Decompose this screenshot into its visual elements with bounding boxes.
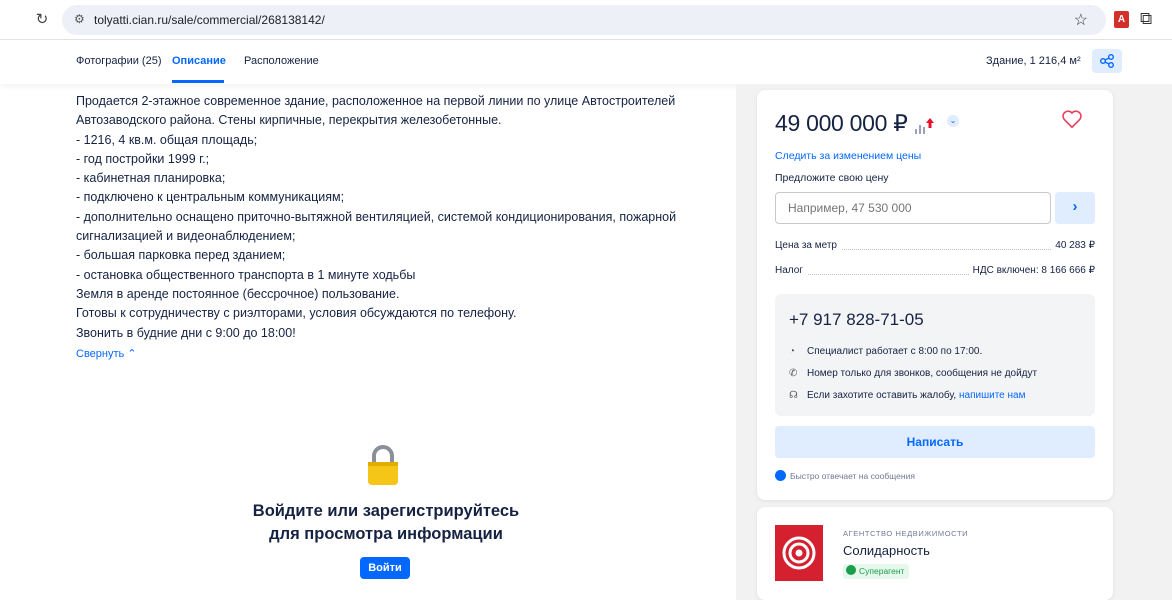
url-text: tolyatti.cian.ru/sale/commercial/2681381… (94, 13, 325, 27)
complaint-line: ☊ Если захотите оставить жалобу, напишите… (789, 390, 1025, 401)
superagent-badge: Суперагент (843, 564, 910, 579)
agency-type-label: АГЕНТСТВО НЕДВИЖИМОСТИ (843, 529, 969, 538)
chevron-down-icon[interactable]: ⌄ (947, 115, 959, 127)
description-line: - подключено к центральным коммуникациям… (76, 190, 345, 205)
tab-photos[interactable]: Фотографии (25) (76, 55, 161, 67)
description-line: Готовы к сотрудничеству с риэлторами, ус… (76, 306, 517, 321)
bookmark-star-icon[interactable]: ☆ (1074, 10, 1088, 30)
share-button[interactable] (1092, 49, 1122, 73)
reload-icon[interactable]: ↻ (32, 10, 52, 30)
offer-submit-button[interactable]: › (1055, 192, 1095, 224)
complaint-text: Если захотите оставить жалобу, (807, 390, 957, 401)
active-tab-indicator (172, 80, 224, 83)
description-line: Автозаводского района. Стены кирпичные, … (76, 113, 502, 128)
section-tabs: Фотографии (25) Описание Расположение Зд… (0, 40, 1172, 84)
site-settings-icon[interactable]: ⚙ (74, 12, 85, 26)
agency-logo-mark (782, 536, 816, 570)
complaint-link[interactable]: напишите нам (959, 390, 1025, 401)
description-line: Земля в аренде постоянное (бессрочное) п… (76, 286, 400, 301)
price-per-meter-label: Цена за метр (775, 240, 841, 251)
price-per-meter-value: 40 283 ₽ (1051, 240, 1095, 251)
fast-reply-text: Быстро отвечает на сообщения (790, 471, 915, 481)
extensions-puzzle-icon[interactable]: ⧉ (1140, 9, 1152, 29)
clock-icon: ◔ (789, 346, 796, 357)
browser-toolbar: ↻ ⚙ tolyatti.cian.ru/sale/commercial/268… (0, 0, 1172, 40)
headset-icon: ☊ (789, 390, 798, 401)
listing-description: Продается 2-этажное современное здание, … (76, 92, 716, 343)
tab-location[interactable]: Расположение (244, 55, 319, 67)
agency-logo[interactable] (775, 525, 823, 581)
clock-filled-icon (775, 470, 786, 481)
price-per-meter-row: Цена за метр 40 283 ₽ (775, 240, 1095, 254)
tax-row: Налог НДС включен: 8 166 666 ₽ (775, 265, 1095, 279)
phone-number[interactable]: +7 917 828-71-05 (789, 310, 924, 330)
agency-card[interactable]: АГЕНТСТВО НЕДВИЖИМОСТИ Солидарность Супе… (757, 507, 1113, 600)
price: 49 000 000 ₽ (775, 110, 908, 136)
login-button[interactable]: Войти (360, 557, 410, 579)
heart-icon[interactable] (1061, 108, 1083, 130)
phone-icon: ✆ (789, 368, 798, 379)
lock-icon (368, 445, 398, 485)
offer-price-input[interactable] (775, 192, 1051, 224)
description-line: - дополнительно оснащено приточно-вытяжн… (76, 209, 677, 224)
tab-description[interactable]: Описание (172, 55, 226, 67)
price-card: 49 000 000 ₽ ⌄ Следить за изменением цен… (757, 90, 1113, 500)
superagent-badge-text: Суперагент (859, 566, 905, 576)
agency-name[interactable]: Солидарность (843, 543, 930, 558)
login-title-line2: для просмотра информации (269, 525, 503, 543)
contact-box: +7 917 828-71-05 ◔ Специалист работает с … (775, 294, 1095, 416)
collapse-description-link[interactable]: Свернуть ⌃ (76, 347, 137, 360)
building-area-info: Здание, 1 216,4 м² (986, 55, 1081, 67)
description-line: - большая парковка перед зданием; (76, 248, 286, 263)
address-bar[interactable]: ⚙ tolyatti.cian.ru/sale/commercial/26813… (62, 5, 1106, 35)
working-hours-line: ◔ Специалист работает с 8:00 по 17:00. (789, 346, 982, 357)
share-icon (1099, 53, 1115, 68)
description-line: - кабинетная планировка; (76, 171, 226, 186)
description-line: Звонить в будние дни с 9:00 до 18:00! (76, 325, 296, 340)
fast-reply-note: Быстро отвечает на сообщения (775, 470, 915, 481)
tax-value: НДС включен: 8 166 666 ₽ (968, 265, 1095, 276)
offer-price-label: Предложите свою цену (775, 172, 889, 184)
description-line: Продается 2-этажное современное здание, … (76, 94, 676, 108)
description-line: - год постройки 1999 г.; (76, 151, 210, 166)
description-line: - 1216, 4 кв.м. общая площадь; (76, 132, 258, 147)
chevron-right-icon: › (1072, 198, 1078, 215)
write-message-button[interactable]: Написать (775, 426, 1095, 458)
follow-price-link[interactable]: Следить за изменением цены (775, 150, 921, 162)
working-hours-text: Специалист работает с 8:00 по 17:00. (807, 346, 983, 357)
description-line: - остановка общественного транспорта в 1… (76, 267, 416, 282)
pdf-extension-icon[interactable]: A (1114, 11, 1129, 28)
badge-star-icon (846, 565, 856, 575)
calls-only-text: Номер только для звонков, сообщения не д… (807, 368, 1038, 379)
price-history-icon[interactable] (915, 118, 937, 136)
description-line: сигнализацией и видеонаблюдением; (76, 229, 296, 244)
login-title-line1: Войдите или зарегистрируйтесь (252, 502, 520, 520)
tax-label: Налог (775, 265, 807, 276)
calls-only-line: ✆ Номер только для звонков, сообщения не … (789, 368, 1037, 379)
